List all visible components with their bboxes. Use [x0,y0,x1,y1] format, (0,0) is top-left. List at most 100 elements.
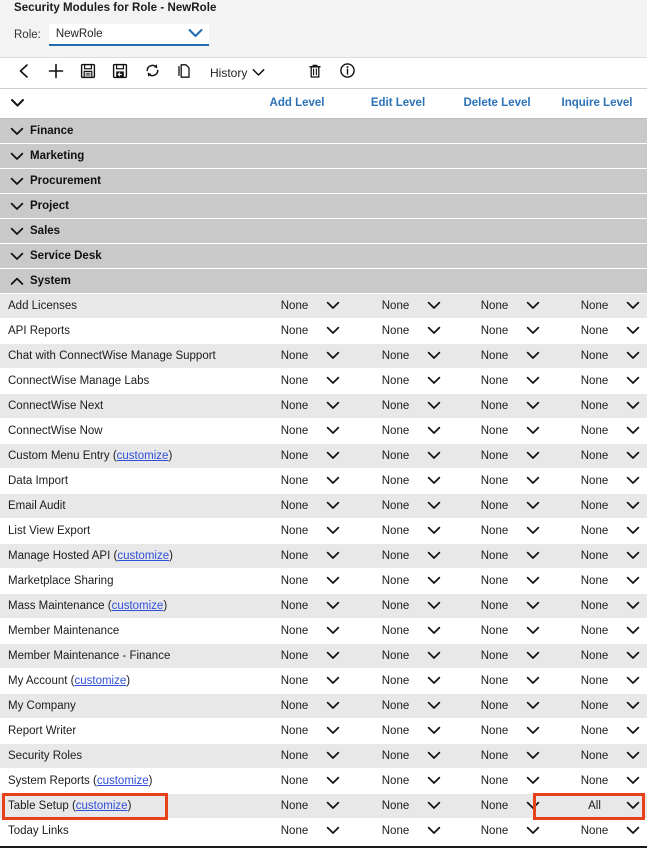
dropdown-delete-level[interactable]: None [449,544,545,568]
column-header-delete-level[interactable]: Delete Level [449,97,545,109]
dropdown-add-level[interactable]: None [249,294,345,318]
group-row-sales[interactable]: Sales [0,219,647,244]
dropdown-delete-level[interactable]: None [449,394,545,418]
dropdown-delete-level[interactable]: None [449,319,545,343]
dropdown-add-level[interactable]: None [249,544,345,568]
dropdown-inquire-level[interactable]: None [549,619,645,643]
dropdown-add-level[interactable]: None [249,644,345,668]
dropdown-edit-level[interactable]: None [350,494,446,518]
dropdown-edit-level[interactable]: None [350,369,446,393]
dropdown-inquire-level[interactable]: None [549,744,645,768]
dropdown-edit-level[interactable]: None [350,769,446,793]
dropdown-delete-level[interactable]: None [449,819,545,843]
column-header-add-level[interactable]: Add Level [249,97,345,109]
dropdown-add-level[interactable]: None [249,694,345,718]
copy-button[interactable] [168,58,200,88]
dropdown-add-level[interactable]: None [249,769,345,793]
dropdown-inquire-level[interactable]: None [549,669,645,693]
dropdown-add-level[interactable]: None [249,819,345,843]
dropdown-edit-level[interactable]: None [350,444,446,468]
dropdown-add-level[interactable]: None [249,794,345,818]
expand-all-toggle[interactable] [4,89,30,118]
dropdown-delete-level[interactable]: None [449,644,545,668]
dropdown-inquire-level[interactable]: None [549,444,645,468]
back-button[interactable] [8,58,40,88]
column-header-inquire-level[interactable]: Inquire Level [549,97,645,109]
dropdown-edit-level[interactable]: None [350,519,446,543]
dropdown-edit-level[interactable]: None [350,619,446,643]
dropdown-delete-level[interactable]: None [449,519,545,543]
dropdown-delete-level[interactable]: None [449,294,545,318]
group-row-system[interactable]: System [0,269,647,294]
refresh-button[interactable] [136,58,168,88]
dropdown-delete-level[interactable]: None [449,719,545,743]
group-row-finance[interactable]: Finance [0,119,647,144]
delete-button[interactable] [299,58,331,88]
customize-link[interactable]: customize [117,550,169,562]
dropdown-inquire-level[interactable]: None [549,294,645,318]
dropdown-add-level[interactable]: None [249,719,345,743]
dropdown-inquire-level[interactable]: None [549,569,645,593]
dropdown-inquire-level[interactable]: None [549,519,645,543]
dropdown-delete-level[interactable]: None [449,669,545,693]
dropdown-delete-level[interactable]: None [449,744,545,768]
dropdown-add-level[interactable]: None [249,519,345,543]
dropdown-add-level[interactable]: None [249,594,345,618]
customize-link[interactable]: customize [74,675,126,687]
dropdown-edit-level[interactable]: None [350,719,446,743]
dropdown-add-level[interactable]: None [249,619,345,643]
dropdown-edit-level[interactable]: None [350,669,446,693]
dropdown-delete-level[interactable]: None [449,444,545,468]
dropdown-edit-level[interactable]: None [350,819,446,843]
dropdown-add-level[interactable]: None [249,319,345,343]
dropdown-add-level[interactable]: None [249,344,345,368]
dropdown-add-level[interactable]: None [249,444,345,468]
dropdown-inquire-level[interactable]: None [549,394,645,418]
save-button[interactable] [72,58,104,88]
dropdown-delete-level[interactable]: None [449,344,545,368]
dropdown-edit-level[interactable]: None [350,344,446,368]
dropdown-edit-level[interactable]: None [350,394,446,418]
customize-link[interactable]: customize [117,450,169,462]
dropdown-edit-level[interactable]: None [350,419,446,443]
dropdown-delete-level[interactable]: None [449,594,545,618]
dropdown-add-level[interactable]: None [249,494,345,518]
dropdown-inquire-level[interactable]: None [549,419,645,443]
dropdown-edit-level[interactable]: None [350,744,446,768]
dropdown-inquire-level[interactable]: None [549,469,645,493]
dropdown-inquire-level[interactable]: All [549,794,645,818]
dropdown-inquire-level[interactable]: None [549,694,645,718]
dropdown-add-level[interactable]: None [249,569,345,593]
group-row-project[interactable]: Project [0,194,647,219]
dropdown-edit-level[interactable]: None [350,644,446,668]
dropdown-add-level[interactable]: None [249,469,345,493]
dropdown-inquire-level[interactable]: None [549,494,645,518]
dropdown-add-level[interactable]: None [249,394,345,418]
dropdown-add-level[interactable]: None [249,744,345,768]
dropdown-inquire-level[interactable]: None [549,819,645,843]
dropdown-inquire-level[interactable]: None [549,319,645,343]
dropdown-add-level[interactable]: None [249,669,345,693]
dropdown-delete-level[interactable]: None [449,794,545,818]
dropdown-delete-level[interactable]: None [449,419,545,443]
column-header-edit-level[interactable]: Edit Level [350,97,446,109]
add-button[interactable] [40,58,72,88]
dropdown-delete-level[interactable]: None [449,469,545,493]
history-dropdown[interactable]: History [200,58,271,88]
dropdown-add-level[interactable]: None [249,419,345,443]
dropdown-edit-level[interactable]: None [350,569,446,593]
dropdown-delete-level[interactable]: None [449,619,545,643]
save-and-close-button[interactable] [104,58,136,88]
dropdown-edit-level[interactable]: None [350,294,446,318]
customize-link[interactable]: customize [97,775,149,787]
dropdown-delete-level[interactable]: None [449,494,545,518]
dropdown-inquire-level[interactable]: None [549,594,645,618]
dropdown-inquire-level[interactable]: None [549,544,645,568]
dropdown-edit-level[interactable]: None [350,794,446,818]
dropdown-delete-level[interactable]: None [449,694,545,718]
group-row-procurement[interactable]: Procurement [0,169,647,194]
dropdown-inquire-level[interactable]: None [549,344,645,368]
customize-link[interactable]: customize [76,800,128,812]
dropdown-inquire-level[interactable]: None [549,769,645,793]
dropdown-add-level[interactable]: None [249,369,345,393]
